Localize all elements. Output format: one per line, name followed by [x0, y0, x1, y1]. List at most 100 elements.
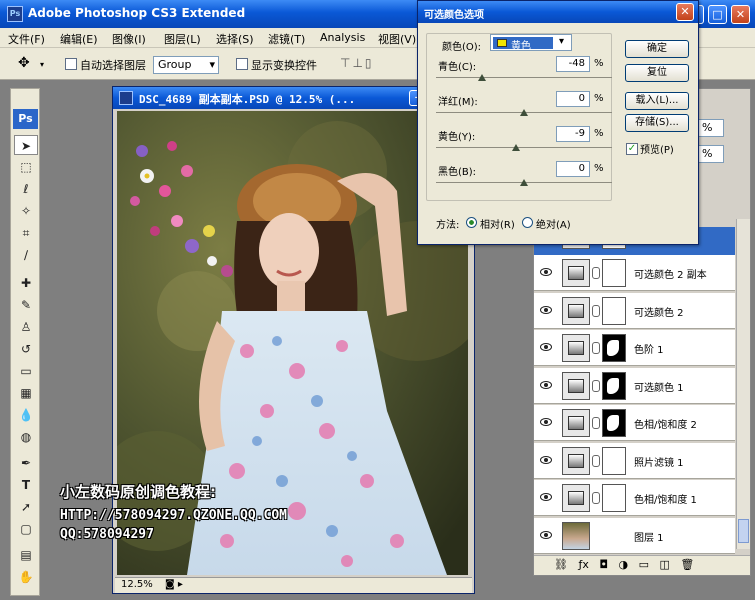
link-icon[interactable]	[592, 379, 600, 392]
visibility-eye-icon[interactable]	[540, 455, 552, 464]
adjustment-glyph	[568, 266, 584, 280]
close-button[interactable]: ✕	[731, 5, 750, 24]
blur-tool-icon[interactable]: 💧	[14, 405, 38, 425]
menu-file[interactable]: 文件(F)	[8, 31, 45, 47]
eraser-tool-icon[interactable]: ▭	[14, 361, 38, 381]
layer-row[interactable]: 可选颜色 1	[534, 367, 735, 404]
move-tool-icon[interactable]: ✥	[18, 55, 30, 71]
clone-stamp-icon[interactable]: ♙	[14, 317, 38, 337]
layer-mask-thumbnail[interactable]	[602, 484, 626, 512]
notes-tool-icon[interactable]: ▤	[14, 545, 38, 565]
link-icon[interactable]	[592, 492, 600, 504]
menu-analysis[interactable]: Analysis	[320, 31, 365, 44]
visibility-eye-icon[interactable]	[540, 305, 552, 314]
scroll-thumb[interactable]	[738, 519, 749, 543]
visibility-eye-icon[interactable]	[540, 380, 552, 389]
layer-row[interactable]: 色相/饱和度 1	[534, 480, 735, 516]
layers-footer-icons[interactable]: ⛓ ƒx ◘ ◑ ▭ ◫ 🗑	[534, 555, 750, 575]
layer-mask-thumbnail[interactable]	[602, 409, 626, 437]
align-buttons[interactable]: ⊤⊥▯	[340, 56, 374, 70]
hand-tool-icon[interactable]: ✋	[14, 567, 38, 587]
slider-track[interactable]	[436, 147, 612, 148]
link-icon[interactable]	[592, 342, 600, 354]
layer-row[interactable]: 色相/饱和度 2	[534, 405, 735, 441]
layer-row[interactable]: 色阶 1	[534, 330, 735, 366]
auto-select-checkbox[interactable]	[65, 58, 77, 70]
eyedropper-tool-icon[interactable]: ∕	[14, 245, 38, 265]
menu-view[interactable]: 视图(V)	[378, 31, 416, 47]
load-button[interactable]: 载入(L)...	[625, 92, 689, 110]
visibility-eye-icon[interactable]	[540, 418, 552, 426]
type-tool-icon[interactable]: T	[14, 475, 38, 495]
history-brush-icon[interactable]: ↺	[14, 339, 38, 359]
layer-row[interactable]: 图层 1	[534, 517, 735, 554]
link-icon[interactable]	[592, 304, 600, 317]
ok-button[interactable]: 确定	[625, 40, 689, 58]
layer-row[interactable]: 可选颜色 2	[534, 292, 735, 329]
photo-filter-icon	[562, 446, 590, 475]
slider-value-input[interactable]: 0	[556, 161, 590, 177]
link-icon[interactable]	[592, 417, 600, 429]
brush-tool-icon[interactable]: ✎	[14, 295, 38, 315]
chevron-down-icon: ▾	[559, 36, 565, 47]
crop-tool-icon[interactable]: ⌗	[14, 223, 38, 243]
layer-mask-thumbnail[interactable]	[602, 446, 626, 475]
menu-image[interactable]: 图像(I)	[112, 31, 146, 47]
chevron-down-icon[interactable]: ▾	[40, 60, 44, 69]
layer-mask-thumbnail[interactable]	[602, 296, 626, 325]
menu-edit[interactable]: 编辑(E)	[60, 31, 98, 47]
layer-row[interactable]: 可选颜色 2 副本	[534, 255, 735, 291]
menu-select[interactable]: 选择(S)	[216, 31, 254, 47]
slider-thumb[interactable]	[520, 179, 528, 186]
pen-tool-icon[interactable]: ✒	[14, 453, 38, 473]
method-absolute-label: 绝对(A)	[536, 220, 571, 231]
method-absolute-radio[interactable]	[522, 215, 533, 228]
dodge-tool-icon[interactable]: ◍	[14, 427, 38, 447]
layers-scrollbar[interactable]	[736, 219, 750, 549]
link-icon[interactable]	[592, 267, 600, 279]
visibility-eye-icon[interactable]	[540, 343, 552, 351]
healing-brush-icon[interactable]: ✚	[14, 273, 38, 293]
method-relative-radio[interactable]	[466, 215, 477, 228]
preview-checkbox[interactable]: ✓	[626, 141, 638, 155]
colors-dropdown[interactable]: 黄色 ▾	[490, 34, 572, 52]
dialog-close-button[interactable]: ✕	[676, 3, 694, 21]
slider-thumb[interactable]	[520, 109, 528, 116]
slider-value-input[interactable]: 0	[556, 91, 590, 107]
visibility-eye-icon[interactable]	[540, 268, 552, 276]
visibility-eye-icon[interactable]	[540, 493, 552, 501]
menu-filter[interactable]: 滤镜(T)	[268, 31, 305, 47]
move-tool-icon[interactable]: ➤	[14, 135, 38, 155]
slider-thumb[interactable]	[512, 144, 521, 151]
slider-track[interactable]	[436, 77, 612, 78]
photoshop-logo[interactable]: Ps	[13, 109, 38, 129]
percent-unit: %	[594, 163, 604, 174]
reset-button[interactable]: 复位	[625, 64, 689, 82]
show-transform-checkbox[interactable]	[236, 58, 248, 70]
slider-label: 黑色(B):	[438, 167, 477, 178]
percent-unit: %	[594, 128, 604, 139]
layer-mask-thumbnail[interactable]	[602, 371, 626, 400]
layer-mask-thumbnail[interactable]	[602, 259, 626, 287]
path-selection-icon[interactable]: ➚	[14, 497, 38, 517]
link-icon[interactable]	[592, 454, 600, 467]
status-arrow-icon[interactable]: ◙ ▸	[165, 579, 183, 590]
slider-value-input[interactable]: -48	[556, 56, 590, 72]
adjustment-glyph	[568, 378, 584, 393]
group-dropdown[interactable]: Group ▾	[153, 56, 219, 74]
marquee-tool-icon[interactable]: ⬚	[14, 157, 38, 177]
maximize-button[interactable]: □	[708, 5, 727, 24]
visibility-eye-icon[interactable]	[540, 530, 552, 539]
menu-layer[interactable]: 图层(L)	[164, 31, 201, 47]
slider-thumb[interactable]	[477, 74, 486, 81]
gradient-tool-icon[interactable]: ▦	[14, 383, 38, 403]
slider-value-input[interactable]: -9	[556, 126, 590, 142]
lasso-tool-icon[interactable]: ℓ	[14, 179, 38, 199]
document-icon	[119, 91, 133, 105]
layer-mask-thumbnail[interactable]	[602, 334, 626, 362]
save-button[interactable]: 存储(S)...	[625, 114, 689, 132]
zoom-level[interactable]: 12.5%	[121, 579, 153, 590]
shape-tool-icon[interactable]: ▢	[14, 519, 38, 539]
magic-wand-icon[interactable]: ✧	[14, 201, 38, 221]
layer-row[interactable]: 照片滤镜 1	[534, 442, 735, 479]
